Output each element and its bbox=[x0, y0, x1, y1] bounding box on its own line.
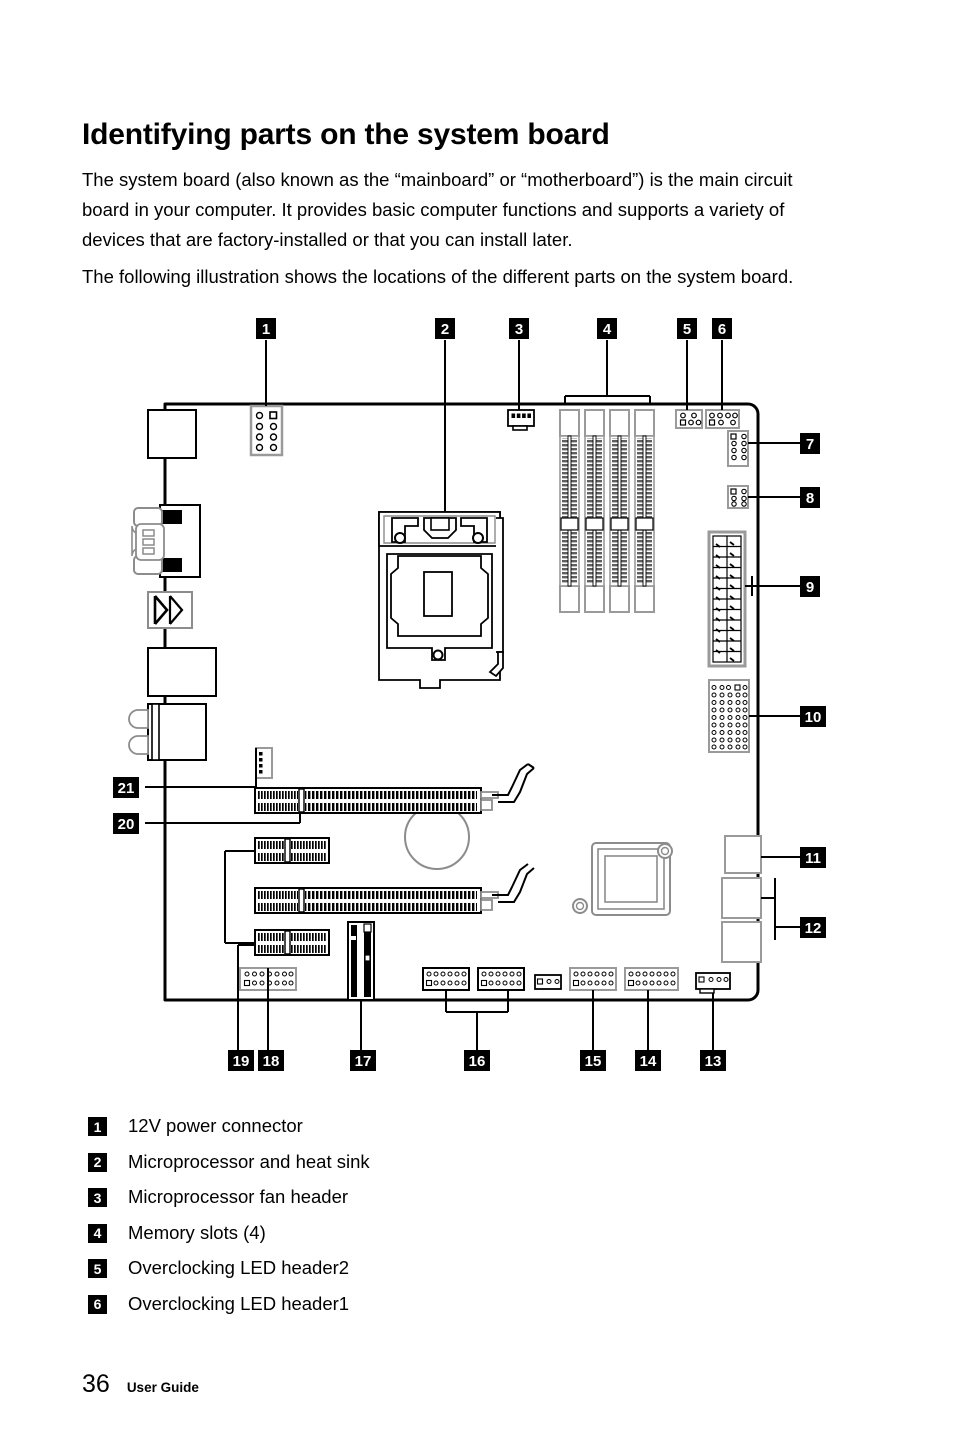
multi-pin-connector-10 bbox=[708, 679, 750, 753]
atx-power-connector bbox=[707, 530, 747, 668]
callout-15: 15 bbox=[580, 1050, 606, 1071]
legend-label: Overclocking LED header2 bbox=[128, 1257, 350, 1278]
header-14 bbox=[624, 967, 679, 991]
svg-text:5: 5 bbox=[683, 321, 691, 338]
svg-text:12: 12 bbox=[805, 920, 822, 937]
header-7 bbox=[727, 430, 749, 467]
pcie-x1-slot-2 bbox=[254, 929, 330, 956]
legend-number: 2 bbox=[88, 1152, 107, 1172]
callout-16: 16 bbox=[464, 1050, 490, 1071]
legend-label: Overclocking LED header1 bbox=[128, 1292, 350, 1314]
callout-6: 6 bbox=[712, 318, 732, 339]
callout-17: 17 bbox=[350, 1050, 376, 1071]
svg-text:8: 8 bbox=[806, 490, 814, 507]
legend-number: 5 bbox=[88, 1259, 107, 1278]
header-8 bbox=[727, 485, 749, 509]
callout-3: 3 bbox=[509, 318, 529, 339]
audio-header-15 bbox=[569, 967, 617, 991]
sata-port-11 bbox=[724, 835, 762, 874]
callout-8: 8 bbox=[800, 487, 820, 508]
usb-header-16a bbox=[422, 967, 470, 991]
svg-text:2: 2 bbox=[441, 321, 449, 338]
svg-text:20: 20 bbox=[118, 816, 135, 833]
svg-text:9: 9 bbox=[806, 579, 814, 596]
callout-4: 4 bbox=[597, 318, 617, 339]
svg-text:18: 18 bbox=[263, 1053, 280, 1070]
overclocking-led-header2 bbox=[675, 409, 703, 429]
callout-2: 2 bbox=[435, 318, 455, 339]
overclocking-led-header1 bbox=[705, 409, 740, 429]
dimm-slot-1 bbox=[559, 409, 580, 613]
vertical-slot-17 bbox=[347, 921, 375, 1001]
callout-19: 19 bbox=[228, 1050, 254, 1071]
svg-text:17: 17 bbox=[355, 1053, 372, 1070]
system-board-figure: 1 2 3 4 5 6 7 8 9 10 11 12 19 18 17 16 1… bbox=[0, 300, 954, 1090]
dimm-slot-3 bbox=[609, 409, 630, 613]
fan-header-21 bbox=[255, 747, 273, 779]
legend-number: 1 bbox=[88, 1117, 107, 1136]
callout-10: 10 bbox=[800, 706, 826, 727]
intro-paragraph-1: The system board (also known as the “mai… bbox=[82, 168, 793, 250]
svg-text:15: 15 bbox=[585, 1053, 602, 1070]
svg-text:14: 14 bbox=[640, 1053, 657, 1070]
callout-12: 12 bbox=[800, 917, 826, 938]
legend-label: 12V power connector bbox=[128, 1115, 303, 1136]
list-item: 4 Memory slots (4) bbox=[88, 1220, 688, 1256]
footer-title: User Guide bbox=[126, 1380, 199, 1395]
list-item: 3 Microprocessor fan header bbox=[88, 1184, 688, 1220]
callout-9: 9 bbox=[800, 576, 820, 597]
small-header-3pin bbox=[534, 974, 562, 990]
legend-number: 4 bbox=[88, 1223, 107, 1243]
callout-20: 20 bbox=[113, 813, 139, 834]
callout-5: 5 bbox=[677, 318, 697, 339]
pcie-x1-slot-1 bbox=[254, 837, 330, 864]
page: Identifying parts on the system board Th… bbox=[0, 0, 954, 1452]
callout-13: 13 bbox=[700, 1050, 726, 1071]
callout-1: 1 bbox=[256, 318, 276, 339]
svg-text:1: 1 bbox=[262, 321, 270, 338]
dimm-slot-2 bbox=[584, 409, 605, 613]
svg-text:16: 16 bbox=[469, 1053, 486, 1070]
parts-legend-list: 1 12V power connector 2 Microprocessor a… bbox=[88, 1113, 688, 1326]
callout-14: 14 bbox=[635, 1050, 661, 1071]
svg-text:3: 3 bbox=[515, 321, 523, 338]
list-item: 6 Overclocking LED header1 bbox=[88, 1291, 688, 1327]
svg-text:19: 19 bbox=[233, 1053, 250, 1070]
legend-number: 6 bbox=[88, 1294, 107, 1314]
legend-number: 3 bbox=[88, 1188, 107, 1207]
page-title: Identifying parts on the system board bbox=[82, 118, 610, 152]
callout-7: 7 bbox=[800, 433, 820, 454]
list-item: 1 12V power connector bbox=[88, 1113, 688, 1149]
cpu-socket-and-heatsink bbox=[378, 511, 504, 689]
svg-text:13: 13 bbox=[705, 1053, 722, 1070]
svg-text:10: 10 bbox=[805, 709, 822, 726]
intro-paragraph-2: The following illustration shows the loc… bbox=[82, 265, 794, 287]
svg-text:6: 6 bbox=[718, 321, 726, 338]
list-item: 5 Overclocking LED header2 bbox=[88, 1255, 688, 1291]
svg-text:7: 7 bbox=[806, 436, 814, 453]
page-footer: 36 User Guide bbox=[82, 1370, 199, 1399]
12v-power-connector bbox=[249, 404, 284, 457]
svg-text:21: 21 bbox=[118, 780, 135, 797]
svg-text:4: 4 bbox=[603, 321, 612, 338]
usb-header-16b bbox=[477, 967, 525, 991]
legend-label: Microprocessor fan header bbox=[128, 1186, 349, 1207]
callout-18: 18 bbox=[258, 1050, 284, 1071]
callout-11: 11 bbox=[800, 847, 826, 868]
legend-label: Microprocessor and heat sink bbox=[128, 1150, 370, 1172]
list-item: 2 Microprocessor and heat sink bbox=[88, 1149, 688, 1185]
svg-text:11: 11 bbox=[805, 850, 821, 867]
footer-page-number: 36 bbox=[82, 1370, 110, 1398]
callout-21: 21 bbox=[113, 777, 139, 798]
dimm-slot-4 bbox=[634, 409, 655, 613]
cmos-battery bbox=[404, 804, 470, 870]
legend-label: Memory slots (4) bbox=[128, 1221, 266, 1243]
